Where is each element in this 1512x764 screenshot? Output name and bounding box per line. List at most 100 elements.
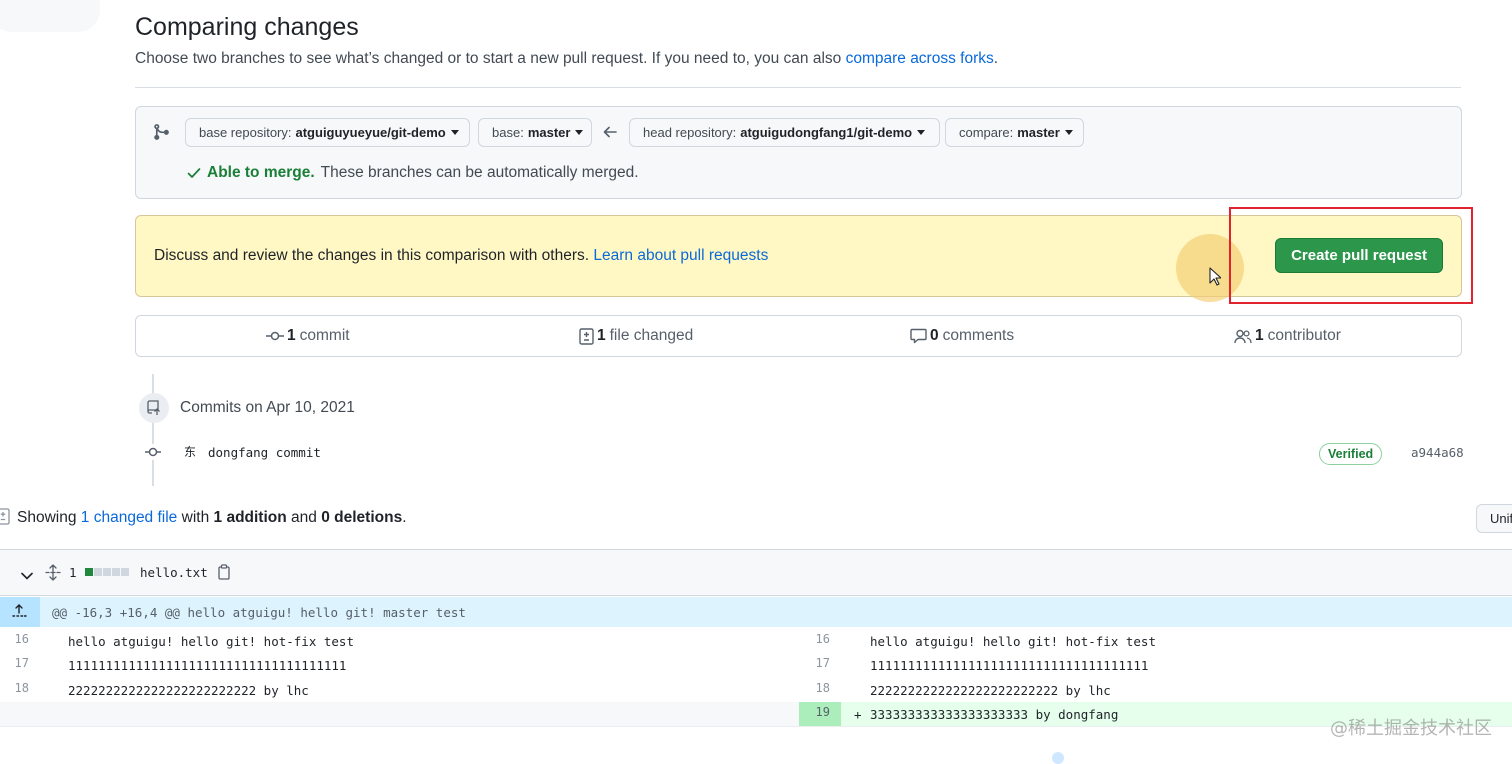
- people-icon: [1234, 329, 1252, 343]
- diff-bottom-border: [0, 726, 1512, 727]
- commits-tab[interactable]: 1 commit: [266, 327, 350, 345]
- diffstat-block-neutral: [103, 568, 111, 576]
- head-repository-label: head repository:: [643, 125, 737, 140]
- deletions-count: 0 deletions: [321, 509, 403, 526]
- caret-down-icon: [1064, 130, 1073, 135]
- timeline-line: [152, 374, 154, 486]
- line-number[interactable]: 16: [804, 632, 830, 646]
- learn-pull-requests-link[interactable]: Learn about pull requests: [593, 247, 768, 264]
- chevron-down-icon[interactable]: [21, 567, 33, 583]
- compare-branch-value: master: [1017, 125, 1060, 140]
- copy-icon[interactable]: [217, 564, 231, 583]
- flash-text: Discuss and review the changes in this c…: [154, 247, 590, 264]
- head-repository-select[interactable]: head repository: atguigudongfang1/git-dem…: [629, 118, 940, 147]
- comments-label: comments: [942, 327, 1015, 344]
- commits-count: 1: [287, 327, 296, 344]
- mouse-cursor-icon: [1209, 267, 1222, 289]
- annotation-highlight-box: [1229, 207, 1473, 304]
- diff-summary: Showing 1 changed file with 1 addition a…: [17, 509, 407, 527]
- caret-down-icon: [450, 130, 459, 135]
- subtitle-end: .: [993, 50, 999, 67]
- loading-indicator: [1052, 752, 1064, 764]
- code-line: 1111111111111111111111111111111111111: [68, 658, 347, 673]
- line-number[interactable]: 16: [3, 632, 29, 646]
- comments-tab[interactable]: 0 comments: [910, 327, 1014, 345]
- empty-diff-cell: [0, 702, 799, 726]
- diffstat-block-neutral: [94, 568, 102, 576]
- unified-view-button[interactable]: Unified: [1476, 504, 1512, 533]
- line-number[interactable]: 19: [804, 705, 830, 719]
- additions-count: 1 addition: [213, 509, 287, 526]
- check-icon: [187, 168, 201, 178]
- base-repository-value: atguiguyueyue/git-demo: [295, 125, 446, 140]
- file-change-count: 1: [69, 565, 77, 580]
- base-repository-select[interactable]: base repository: atguiguyueyue/git-demo: [185, 118, 470, 147]
- contributors-tab[interactable]: 1 contributor: [1234, 327, 1341, 345]
- diffstat-bar: [85, 568, 129, 576]
- commits-label: commit: [299, 327, 350, 344]
- commit-message-link[interactable]: dongfang commit: [208, 445, 321, 460]
- line-number[interactable]: 17: [3, 656, 29, 670]
- compare-branch-label: compare:: [959, 125, 1014, 140]
- compare-icon: [152, 123, 170, 144]
- base-branch-label: base:: [492, 125, 524, 140]
- diffstat-block-added: [85, 568, 93, 576]
- summary-end: .: [402, 509, 407, 526]
- line-number[interactable]: 17: [804, 656, 830, 670]
- base-branch-value: master: [527, 125, 571, 140]
- file-name-link[interactable]: hello.txt: [140, 565, 208, 580]
- commits-date-heading: Commits on Apr 10, 2021: [180, 399, 355, 416]
- contributors-count: 1: [1255, 327, 1264, 344]
- caret-down-icon: [917, 130, 926, 135]
- watermark: @稀土掘金技术社区: [1330, 718, 1492, 739]
- unfold-icon[interactable]: [45, 564, 61, 584]
- git-commit-icon: [266, 331, 284, 341]
- code-line: 2222222222222222222222222 by lhc: [68, 683, 309, 698]
- line-number[interactable]: 18: [804, 681, 830, 695]
- and-label: and: [291, 509, 317, 526]
- showing-label: Showing: [17, 509, 77, 526]
- files-count: 1: [597, 327, 606, 344]
- contributors-label: contributor: [1267, 327, 1341, 344]
- file-diff-icon: [579, 327, 594, 345]
- merge-status: Able to merge. These branches can be aut…: [186, 164, 639, 182]
- head-repository-value: atguigudongfang1/git-demo: [740, 125, 913, 140]
- comment-icon: [910, 328, 927, 344]
- commit-sha-link[interactable]: a944a68: [1411, 445, 1464, 460]
- with-label: with: [181, 509, 210, 526]
- changed-files-link[interactable]: 1 changed file: [81, 509, 178, 526]
- compare-forks-link[interactable]: compare across forks: [846, 50, 994, 67]
- merge-status-detail: These branches can be automatically merg…: [320, 164, 639, 181]
- addition-marker: +: [854, 707, 862, 722]
- verified-badge[interactable]: Verified: [1319, 443, 1383, 465]
- line-number[interactable]: 18: [3, 681, 29, 695]
- code-line: 2222222222222222222222222 by lhc: [870, 683, 1111, 698]
- files-label: file changed: [609, 327, 694, 344]
- base-repository-label: base repository:: [199, 125, 292, 140]
- hunk-header-text: @@ -16,3 +16,4 @@ hello atguigu! hello g…: [52, 605, 466, 620]
- compare-branch-select[interactable]: compare: master: [945, 118, 1084, 147]
- code-line-added: 333333333333333333333 by dongfang: [870, 707, 1119, 722]
- header-divider: [135, 87, 1461, 88]
- page-title: Comparing changes: [135, 13, 359, 41]
- nav-remnant: [0, 0, 100, 32]
- comments-count: 0: [930, 327, 939, 344]
- expand-up-icon: [12, 604, 27, 617]
- merge-status-title: Able to merge.: [207, 164, 315, 181]
- avatar[interactable]: 东: [184, 443, 196, 460]
- repo-push-icon: [147, 400, 160, 415]
- timeline-badge: [139, 393, 169, 423]
- arrow-left-icon: [603, 125, 617, 141]
- page-subtitle: Choose two branches to see what’s change…: [135, 50, 998, 68]
- git-commit-icon: [143, 444, 163, 460]
- diffstat-block-neutral: [121, 568, 129, 576]
- code-line: hello atguigu! hello git! hot-fix test: [68, 634, 354, 649]
- base-branch-select[interactable]: base: master: [478, 118, 592, 147]
- subtitle-text: Choose two branches to see what’s change…: [135, 50, 842, 67]
- code-line: hello atguigu! hello git! hot-fix test: [870, 634, 1156, 649]
- files-tab[interactable]: 1 file changed: [579, 327, 693, 345]
- file-diff-icon: [0, 508, 10, 528]
- expand-up-button[interactable]: [0, 597, 40, 627]
- diffstat-block-neutral: [112, 568, 120, 576]
- code-line: 1111111111111111111111111111111111111: [870, 658, 1149, 673]
